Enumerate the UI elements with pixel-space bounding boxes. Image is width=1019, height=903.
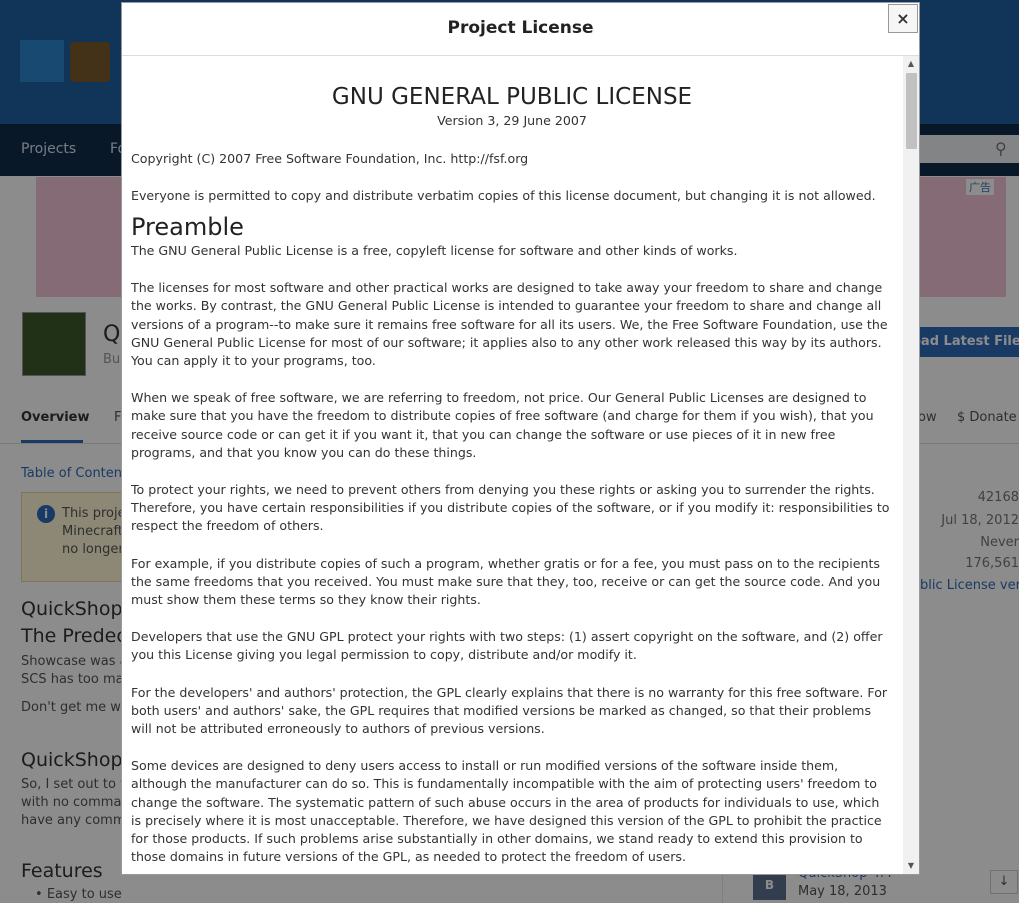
license-title: GNU GENERAL PUBLIC LICENSE (331, 84, 693, 110)
license-paragraph: Some devices are designed to deny users … (131, 758, 882, 865)
license-paragraph: The GNU General Public License is a free… (131, 243, 738, 259)
license-paragraph: For the developers' and authors' protect… (131, 684, 888, 737)
copyright-paragraph: Copyright (C) 2007 Free Software Foundat… (131, 151, 529, 167)
close-button[interactable]: × (888, 4, 918, 33)
modal-body[interactable]: GNU GENERAL PUBLIC LICENSE Version 3, 29… (122, 56, 902, 874)
license-paragraph: Everyone is permitted to copy and distri… (131, 187, 876, 203)
scroll-thumb[interactable] (906, 73, 917, 149)
modal-header: Project License × (122, 3, 919, 56)
license-modal: Project License × GNU GENERAL PUBLIC LIC… (121, 2, 920, 875)
modal-scrollbar[interactable]: ▲ ▼ (903, 56, 919, 874)
license-paragraph: Developers that use the GNU GPL protect … (131, 629, 883, 663)
modal-title: Project License (447, 18, 594, 38)
preamble-heading: Preamble (131, 212, 244, 241)
license-paragraph: When we speak of free software, we are r… (131, 390, 874, 460)
license-version: Version 3, 29 June 2007 (437, 113, 587, 129)
scroll-down-arrow-icon[interactable]: ▼ (903, 858, 919, 874)
scroll-up-arrow-icon[interactable]: ▲ (903, 56, 919, 72)
license-paragraph: To protect your rights, we need to preve… (131, 482, 890, 534)
license-paragraph: The licenses for most software and other… (131, 280, 888, 369)
license-paragraph: For example, if you distribute copies of… (131, 555, 881, 608)
license-text: GNU GENERAL PUBLIC LICENSE Version 3, 29… (122, 84, 902, 867)
